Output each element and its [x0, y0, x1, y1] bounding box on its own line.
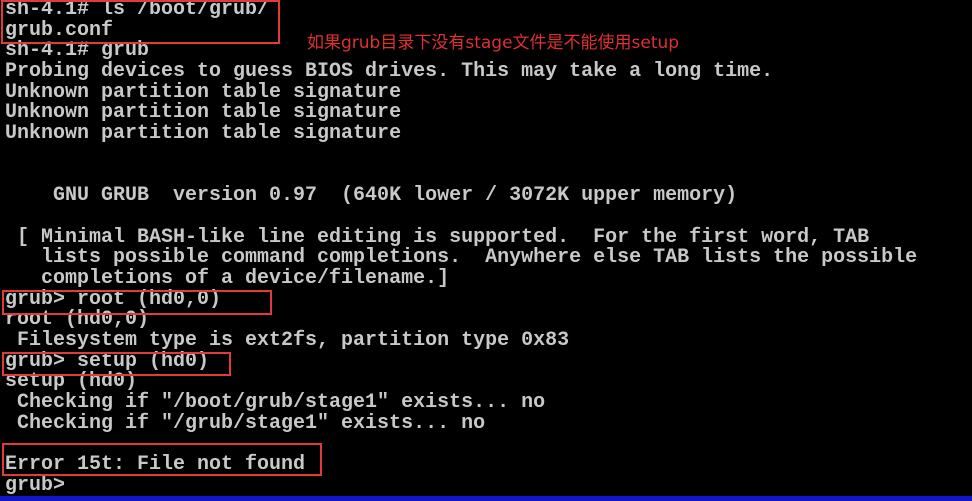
annotation-note: 如果grub目录下没有stage文件是不能使用setup — [307, 33, 680, 53]
highlight-box-ls — [1, 0, 280, 44]
terminal-line: Unknown partition table signature — [5, 101, 402, 125]
terminal-line: lists possible command completions. Anyw… — [5, 246, 918, 270]
terminal-line: Checking if "/boot/grub/stage1" exists..… — [5, 391, 546, 415]
terminal-line: Unknown partition table signature — [5, 80, 402, 104]
highlight-box-root — [2, 290, 272, 315]
terminal-line: completions of a device/filename.] — [5, 266, 450, 290]
highlight-box-error — [2, 443, 322, 476]
highlight-box-setup — [2, 352, 231, 376]
terminal-line: Checking if "/grub/stage1" exists... no — [5, 411, 486, 435]
terminal-output[interactable]: sh-4.1# ls /boot/grub/grub.conf sh-4.1# g… — [5, 0, 917, 497]
terminal-line: [ Minimal BASH-like line editing is supp… — [5, 225, 870, 249]
terminal-line: Probing devices to guess BIOS drives. Th… — [5, 60, 774, 84]
terminal-line: Unknown partition table signature — [5, 122, 402, 146]
terminal-line: grub> — [5, 473, 66, 497]
terminal-line: GNU GRUB version 0.97 (640K lower / 3072… — [5, 184, 738, 208]
terminal-line: Filesystem type is ext2fs, partition typ… — [5, 329, 570, 352]
bottom-bar — [0, 496, 972, 501]
